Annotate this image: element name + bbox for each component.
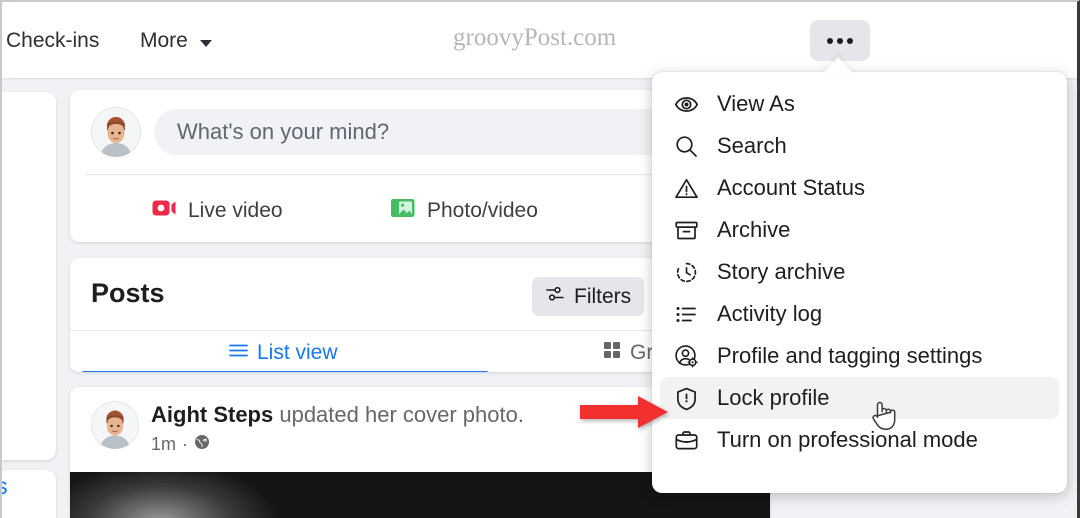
profile-options-menu: View As Search Account Status Archive St… [652, 72, 1067, 493]
list-bullet-icon [674, 302, 699, 327]
nav-item-check-ins[interactable]: Check-ins [6, 29, 99, 53]
live-video-icon [151, 195, 177, 226]
profile-gear-icon [674, 344, 699, 369]
post-meta-separator: · [182, 434, 189, 454]
sliders-icon [545, 284, 565, 309]
sidebar-card [2, 92, 56, 460]
tab-grid-view[interactable]: Gri [602, 340, 658, 365]
tab-list-view[interactable]: List view [228, 340, 338, 366]
menu-item-archive[interactable]: Archive [660, 209, 1059, 251]
live-video-label: Live video [188, 198, 283, 222]
more-options-button[interactable] [810, 20, 870, 61]
active-tab-indicator [82, 371, 488, 372]
annotation-arrow [580, 394, 670, 435]
post-timestamp[interactable]: 1m [151, 434, 176, 455]
menu-item-turn-on-professional-mode[interactable]: Turn on professional mode [660, 419, 1059, 461]
tab-list-view-label: List view [257, 341, 338, 364]
menu-item-lock-profile[interactable]: Lock profile [660, 377, 1059, 419]
post-headline: Aight Steps updated her cover photo. [151, 402, 524, 428]
sidebar-photos-link[interactable]: tos [2, 473, 8, 500]
menu-item-label: Profile and tagging settings [717, 343, 983, 368]
eye-icon [674, 92, 699, 117]
posts-title: Posts [91, 278, 165, 308]
menu-item-activity-log[interactable]: Activity log [660, 293, 1059, 335]
nav-item-more[interactable]: More [140, 29, 188, 53]
menu-item-label: View As [717, 91, 795, 116]
watermark: groovyPost.com [453, 24, 617, 51]
list-icon [228, 340, 249, 366]
menu-item-label: Account Status [717, 175, 865, 200]
menu-item-account-status[interactable]: Account Status [660, 167, 1059, 209]
menu-item-search[interactable]: Search [660, 125, 1059, 167]
ellipsis-icon-dot [837, 37, 843, 44]
filters-button[interactable]: Filters [532, 277, 645, 316]
screenshot-root: tos What's on your mind? [0, 0, 1080, 518]
ellipsis-icon-dot [827, 37, 833, 44]
globe-icon[interactable] [194, 434, 210, 455]
menu-item-label: Story archive [717, 259, 846, 284]
post-action-text: updated her cover photo. [273, 402, 524, 427]
post-author-name[interactable]: Aight Steps [151, 402, 273, 427]
menu-item-label: Search [717, 133, 787, 158]
shield-lock-icon [674, 386, 699, 411]
search-icon [674, 134, 699, 159]
clock-history-icon [674, 260, 699, 285]
post-author-avatar[interactable] [91, 401, 139, 449]
menu-item-profile-and-tagging-settings[interactable]: Profile and tagging settings [660, 335, 1059, 377]
warning-triangle-icon [674, 176, 699, 201]
chevron-down-icon [200, 40, 212, 47]
menu-item-label: Activity log [717, 301, 823, 326]
sidebar-photos-card [2, 470, 56, 518]
ellipsis-icon-dot [847, 37, 853, 44]
menu-pointer-caret [822, 57, 854, 74]
grid-icon [602, 340, 622, 365]
menu-item-story-archive[interactable]: Story archive [660, 251, 1059, 293]
live-video-button[interactable]: Live video [151, 195, 283, 226]
composer-avatar[interactable] [91, 107, 141, 157]
mouse-cursor [868, 398, 898, 439]
photo-video-icon [390, 195, 416, 226]
photo-video-label: Photo/video [427, 198, 538, 222]
briefcase-icon [674, 428, 699, 453]
menu-item-label: Turn on professional mode [717, 427, 978, 452]
archive-box-icon [674, 218, 699, 243]
menu-items-list: View As Search Account Status Archive St… [660, 83, 1059, 461]
photo-video-button[interactable]: Photo/video [390, 195, 538, 226]
post-meta: 1m · [151, 434, 210, 455]
menu-item-label: Archive [717, 217, 791, 242]
menu-item-label: Lock profile [717, 385, 830, 410]
menu-item-view-as[interactable]: View As [660, 83, 1059, 125]
composer-placeholder: What's on your mind? [177, 119, 390, 144]
top-navigation-bar: Check-ins More groovyPost.com [2, 2, 1077, 78]
filters-label: Filters [574, 284, 632, 308]
